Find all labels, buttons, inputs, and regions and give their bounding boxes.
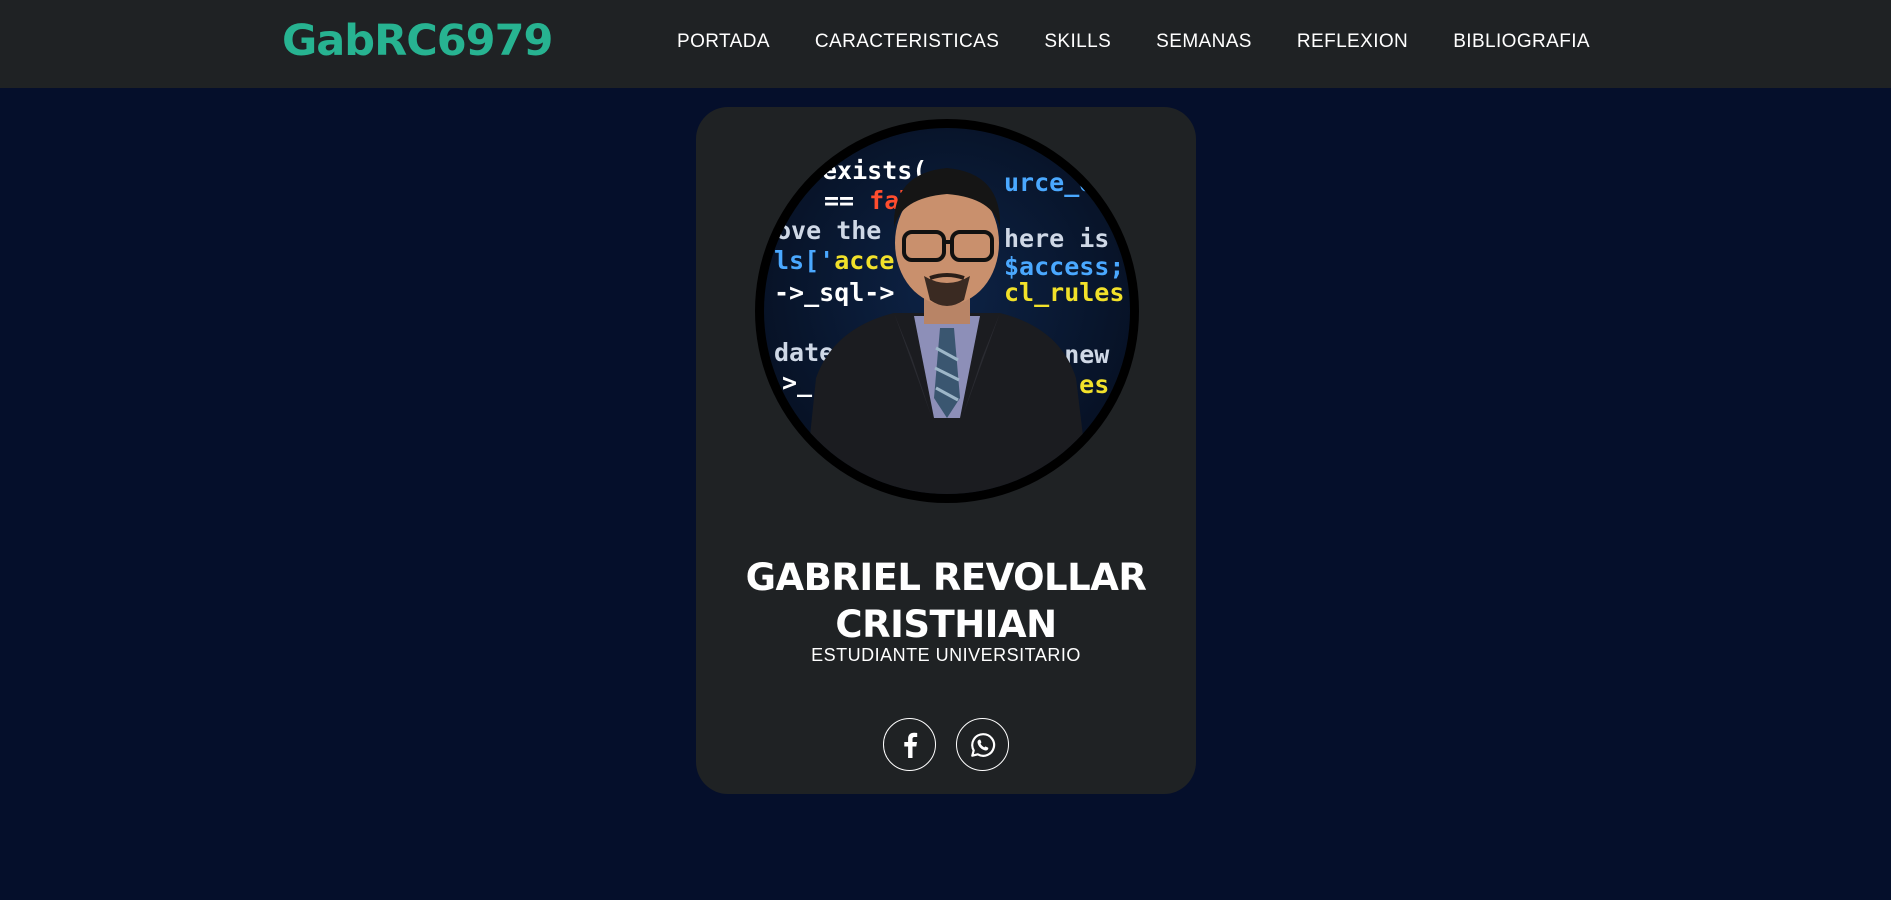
facebook-icon [903, 732, 917, 758]
whatsapp-icon [970, 732, 995, 757]
site-logo[interactable]: GabRC6979 [282, 16, 553, 66]
nav-link-portada[interactable]: PORTADA [677, 31, 770, 53]
nav-link-semanas[interactable]: SEMANAS [1156, 31, 1252, 53]
profile-photo-image: exists( urce_d == fal ove the here is ls… [764, 128, 1130, 494]
profile-name-line2: CRISTHIAN [835, 603, 1057, 646]
profile-name-line1: GABRIEL REVOLLAR [745, 556, 1147, 599]
whatsapp-button[interactable] [956, 718, 1009, 771]
nav-link-reflexion[interactable]: REFLEXION [1297, 31, 1408, 53]
profile-card: exists( urce_d == fal ove the here is ls… [696, 107, 1196, 794]
profile-name: GABRIEL REVOLLAR CRISTHIAN [696, 554, 1196, 648]
facebook-button[interactable] [883, 718, 936, 771]
nav-menu: PORTADA CARACTERISTICAS SKILLS SEMANAS R… [677, 31, 1590, 53]
nav-link-skills[interactable]: SKILLS [1044, 31, 1111, 53]
social-links [883, 718, 1009, 771]
nav-link-caracteristicas[interactable]: CARACTERISTICAS [815, 31, 999, 53]
nav-link-bibliografia[interactable]: BIBLIOGRAFIA [1453, 31, 1590, 53]
navbar: GabRC6979 PORTADA CARACTERISTICAS SKILLS… [0, 0, 1891, 88]
profile-role: ESTUDIANTE UNIVERSITARIO [811, 645, 1081, 665]
profile-photo: exists( urce_d == fal ove the here is ls… [755, 119, 1139, 503]
